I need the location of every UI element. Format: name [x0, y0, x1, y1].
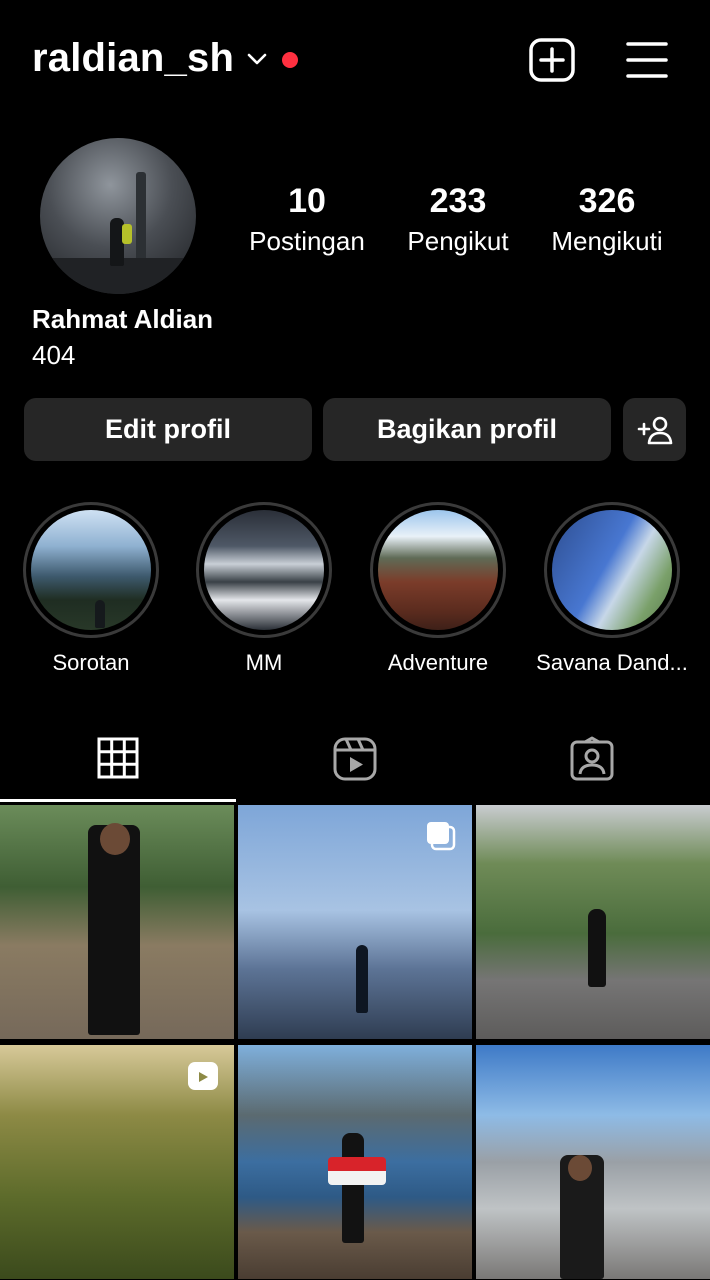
profile-full-name: Rahmat Aldian: [32, 304, 214, 334]
post-thumbnail[interactable]: [476, 805, 710, 1039]
tab-posts-grid[interactable]: [0, 716, 236, 802]
tab-reels[interactable]: [237, 716, 473, 802]
stat-followers-value: 233: [429, 182, 487, 220]
profile-header: raldian_sh: [0, 0, 710, 118]
highlight-item[interactable]: Savana Dand...: [526, 502, 698, 676]
stat-posts-label: Postingan: [249, 226, 365, 256]
stat-followers-label: Pengikut: [407, 226, 509, 256]
highlight-label: MM: [245, 650, 283, 675]
highlight-label: Adventure: [387, 650, 489, 675]
reels-icon: [333, 737, 377, 781]
post-thumbnail[interactable]: [0, 1045, 234, 1279]
avatar-backpack: [122, 224, 132, 244]
stat-followers[interactable]: 233 Pengikut: [398, 182, 518, 262]
highlight-item[interactable]: MM: [178, 502, 350, 676]
highlight-item[interactable]: Sorotan: [5, 502, 177, 676]
highlight-label: Savana Dand...: [536, 650, 688, 675]
edit-profile-button[interactable]: Edit profil: [24, 398, 312, 461]
tagged-icon: [570, 736, 614, 781]
stat-following[interactable]: 326 Mengikuti: [542, 182, 672, 262]
post-person: [356, 945, 368, 1013]
tab-tagged[interactable]: [474, 716, 710, 802]
highlight-ring: [196, 502, 332, 638]
highlight-label: Sorotan: [52, 650, 130, 675]
profile-avatar[interactable]: [40, 138, 196, 294]
highlight-ring: [544, 502, 680, 638]
stat-following-label: Mengikuti: [551, 226, 663, 256]
post-thumbnail[interactable]: [238, 805, 472, 1039]
post-person: [588, 909, 606, 987]
highlight-cover: [552, 510, 672, 630]
add-person-icon: [637, 416, 672, 444]
avatar-tree: [136, 172, 146, 262]
create-post-icon[interactable]: [528, 37, 576, 83]
profile-bio: 404: [32, 340, 76, 370]
username[interactable]: raldian_sh: [32, 36, 234, 81]
chevron-down-icon[interactable]: [246, 48, 268, 70]
post-thumbnail[interactable]: [476, 1045, 710, 1279]
highlight-ring: [23, 502, 159, 638]
post-person: [88, 825, 140, 1035]
discover-people-button[interactable]: [623, 398, 686, 461]
posts-grid: [0, 805, 710, 1280]
grid-icon: [97, 737, 139, 778]
share-profile-button[interactable]: Bagikan profil: [323, 398, 611, 461]
highlight-cover: [378, 510, 498, 630]
stat-following-value: 326: [578, 182, 636, 220]
highlight-ring: [370, 502, 506, 638]
post-person: [342, 1133, 364, 1243]
carousel-icon: [427, 822, 456, 851]
post-flag: [328, 1157, 386, 1185]
highlight-item[interactable]: Adventure: [352, 502, 524, 676]
stat-posts[interactable]: 10 Postingan: [244, 182, 370, 262]
notification-dot: [282, 52, 298, 68]
profile-tabs: [0, 716, 710, 804]
reel-icon: [188, 1062, 218, 1090]
post-person-head: [568, 1155, 592, 1181]
highlight-cover: [204, 510, 324, 630]
post-person-head: [100, 823, 130, 855]
stat-posts-value: 10: [288, 182, 326, 220]
highlight-person: [95, 600, 105, 628]
highlight-cover: [31, 510, 151, 630]
post-thumbnail[interactable]: [238, 1045, 472, 1279]
post-thumbnail[interactable]: [0, 805, 234, 1039]
hamburger-menu-icon[interactable]: [624, 38, 670, 82]
